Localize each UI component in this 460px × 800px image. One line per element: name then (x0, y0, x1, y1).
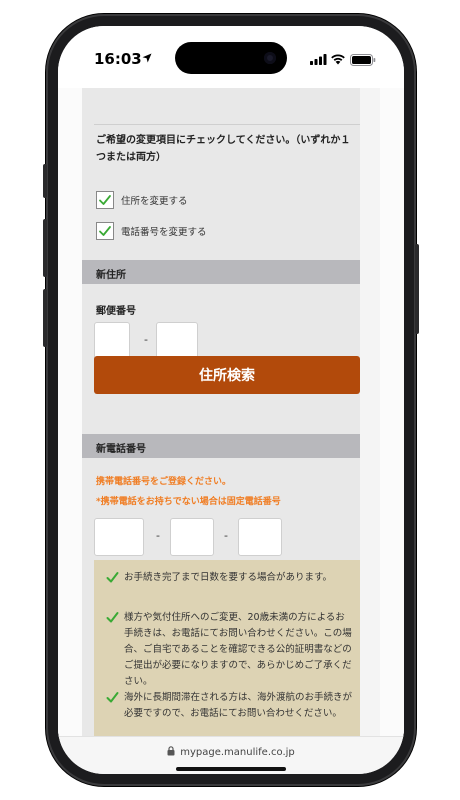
status-time: 16:03 (94, 50, 142, 68)
note-text: 様方や気付住所へのご変更、20歳未満の方によるお手続きは、お電話にてお問い合わせ… (124, 612, 352, 687)
location-arrow-icon (142, 53, 152, 63)
section-header-new-address: 新住所 (82, 260, 360, 284)
checkmark-icon (106, 612, 119, 623)
postal-code-input-1[interactable] (94, 322, 130, 360)
url-text: mypage.manulife.co.jp (180, 747, 295, 758)
postal-separator: - (144, 333, 148, 346)
postal-code-input-2[interactable] (156, 322, 198, 360)
volume-down-button (43, 289, 47, 347)
action-button (43, 164, 47, 198)
notes-box: お手続き完了まで日数を要する場合があります。 様方や気付住所へのご変更、20歳未… (94, 560, 360, 736)
lock-icon (167, 746, 175, 756)
wifi-icon (331, 54, 345, 65)
camera-icon (264, 52, 276, 64)
section-header-new-phone: 新電話番号 (82, 434, 360, 458)
dynamic-island (175, 42, 287, 74)
url-display[interactable]: mypage.manulife.co.jp (58, 746, 404, 758)
checkbox-change-address[interactable]: 住所を変更する (96, 190, 188, 210)
section-title: 新住所 (96, 270, 126, 281)
checkbox[interactable] (96, 222, 114, 240)
checkbox-change-phone[interactable]: 電話番号を変更する (96, 221, 207, 241)
address-search-button[interactable]: 住所検索 (94, 356, 360, 394)
checkmark-icon (99, 226, 111, 236)
volume-up-button (43, 219, 47, 277)
phone-input-2[interactable] (170, 518, 214, 556)
phone-separator: - (224, 529, 228, 542)
checkmark-icon (106, 692, 119, 703)
checkmark-icon (99, 195, 111, 205)
page-content: ご希望の変更項目にチェックしてください。（いずれか１つまたは両方） 住所を変更す… (58, 88, 404, 736)
phone-note: 携帯電話番号をご登録ください。 (96, 477, 232, 487)
checkbox-label: 電話番号を変更する (121, 227, 207, 238)
phone-input-1[interactable] (94, 518, 144, 556)
home-indicator (176, 767, 286, 771)
phone-separator: - (156, 529, 160, 542)
phone-input-3[interactable] (238, 518, 282, 556)
checkbox-label: 住所を変更する (121, 196, 188, 207)
status-bar: 16:03 (58, 26, 404, 88)
screen: 16:03 ご希望の変更項目にチェックしてください。（いずれか１つまたは両方） … (58, 26, 404, 774)
note-text: お手続き完了まで日数を要する場合があります。 (124, 572, 333, 583)
note-text: 海外に長期間滞在される方は、海外渡航のお手続きが必要ですので、お電話にてお問い合… (124, 692, 353, 719)
power-button (415, 244, 419, 334)
signal-icon (310, 54, 327, 65)
battery-icon (350, 54, 376, 66)
browser-address-bar[interactable]: mypage.manulife.co.jp (58, 736, 404, 774)
phone-note-landline: *携帯電話をお持ちでない場合は固定電話番号 (96, 497, 281, 507)
checkbox[interactable] (96, 191, 114, 209)
phone-frame: 16:03 ご希望の変更項目にチェックしてください。（いずれか１つまたは両方） … (43, 14, 419, 786)
instruction-text: ご希望の変更項目にチェックしてください。（いずれか１つまたは両方） (96, 135, 351, 163)
checkmark-icon (106, 572, 119, 583)
section-title: 新電話番号 (96, 444, 146, 455)
divider (94, 124, 360, 125)
postal-code-label: 郵便番号 (96, 306, 136, 317)
